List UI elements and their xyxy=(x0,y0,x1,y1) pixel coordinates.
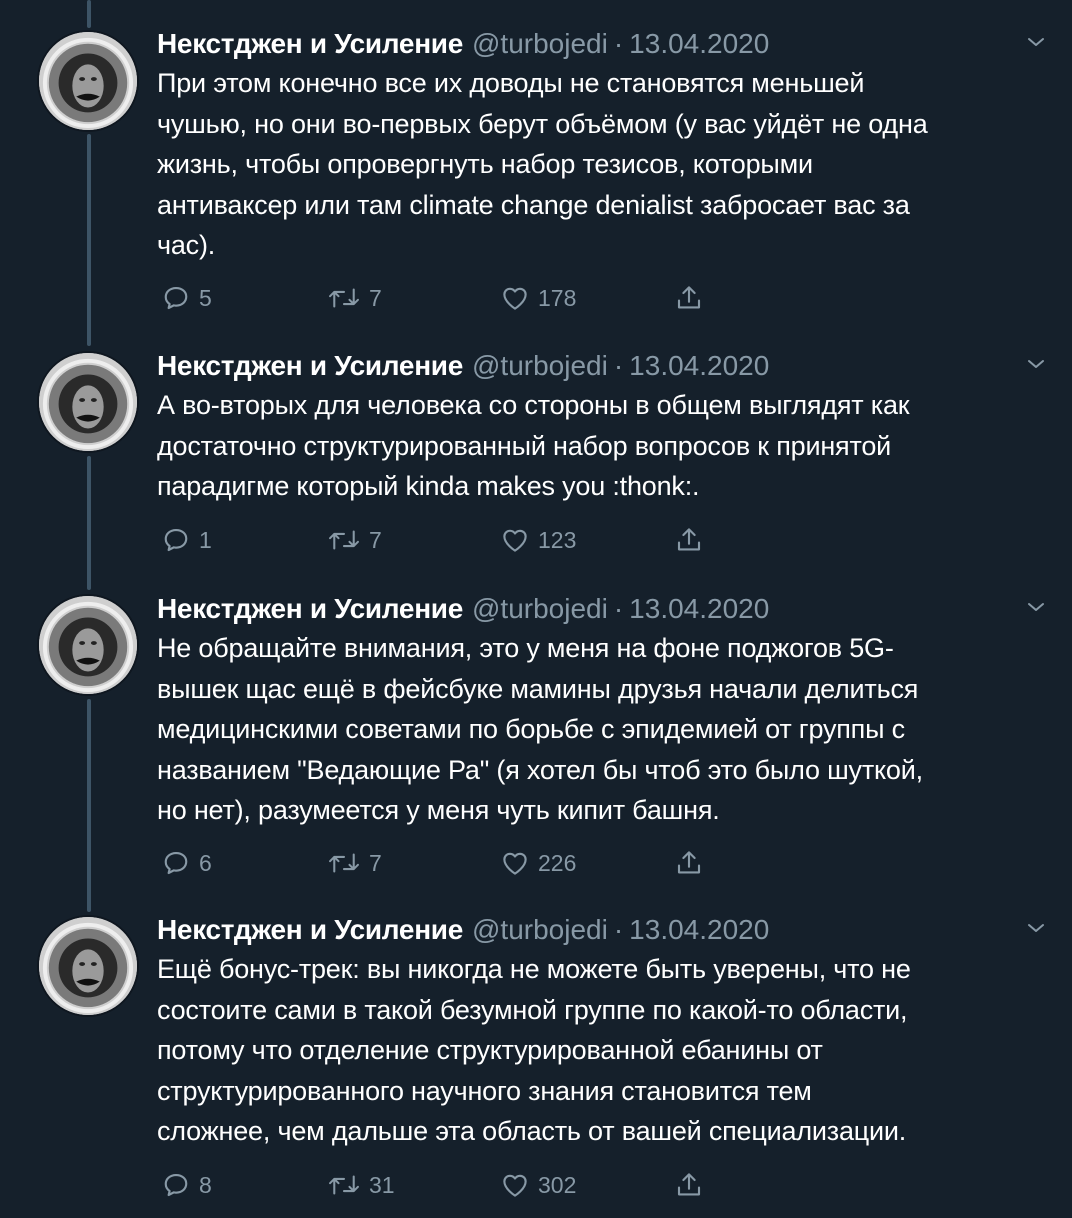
reply-count: 6 xyxy=(199,849,212,876)
retweet-icon xyxy=(329,288,359,308)
reply-count: 8 xyxy=(199,1171,212,1198)
avatar[interactable] xyxy=(37,351,139,453)
like-button[interactable]: 123 xyxy=(500,523,576,557)
reply-count: 5 xyxy=(199,284,212,311)
display-name[interactable]: Некстджен и Усиление xyxy=(157,914,463,946)
tweet-text: Ещё бонус-трек: вы никогда не можете быт… xyxy=(157,954,911,1146)
tweet-date[interactable]: 13.04.2020 xyxy=(629,593,769,625)
thread-line xyxy=(87,134,91,346)
reply-button[interactable]: 5 xyxy=(161,281,212,315)
like-icon xyxy=(503,1174,527,1197)
tweet-header: Некстджен и Усиление @turbojedi · 13.04.… xyxy=(157,24,769,64)
user-handle[interactable]: @turbojedi xyxy=(472,350,608,382)
user-handle[interactable]: @turbojedi xyxy=(472,28,608,60)
retweet-count: 7 xyxy=(369,849,382,876)
tweet-actions: 5 7 178 xyxy=(157,281,717,315)
retweet-count: 7 xyxy=(369,284,382,311)
thread-line xyxy=(87,456,91,590)
like-button[interactable]: 302 xyxy=(500,1168,576,1202)
separator-dot: · xyxy=(613,593,624,624)
reply-button[interactable]: 6 xyxy=(161,846,212,880)
retweet-icon xyxy=(329,530,359,550)
chevron-down-icon[interactable] xyxy=(1024,916,1048,940)
tweet-actions: 8 31 302 xyxy=(157,1168,717,1202)
chevron-down-icon[interactable] xyxy=(1024,595,1048,619)
reply-icon xyxy=(164,1173,188,1197)
share-icon xyxy=(677,528,701,551)
reply-button[interactable]: 8 xyxy=(161,1168,212,1202)
reply-icon xyxy=(164,286,188,310)
tweet-text: При этом конечно все их доводы не станов… xyxy=(157,68,928,260)
chevron-down-icon[interactable] xyxy=(1024,352,1048,376)
like-button[interactable]: 178 xyxy=(500,281,576,315)
tweet-date[interactable]: 13.04.2020 xyxy=(629,350,769,382)
user-handle[interactable]: @turbojedi xyxy=(472,593,608,625)
share-button[interactable] xyxy=(674,281,704,315)
tweet-header: Некстджен и Усиление @turbojedi · 13.04.… xyxy=(157,589,769,629)
retweet-button[interactable]: 31 xyxy=(327,1168,395,1202)
reply-icon xyxy=(164,528,188,552)
reply-button[interactable]: 1 xyxy=(161,523,212,557)
thread-line xyxy=(87,699,91,912)
display-name[interactable]: Некстджен и Усиление xyxy=(157,350,463,382)
tweet-text: А во-вторых для человека со стороны в об… xyxy=(157,390,910,501)
like-count: 302 xyxy=(538,1171,577,1198)
share-button[interactable] xyxy=(674,523,704,557)
like-count: 178 xyxy=(538,284,577,311)
share-icon xyxy=(677,286,701,309)
user-handle[interactable]: @turbojedi xyxy=(472,914,608,946)
reply-count: 1 xyxy=(199,526,212,553)
retweet-count: 7 xyxy=(369,526,382,553)
display-name[interactable]: Некстджен и Усиление xyxy=(157,593,463,625)
like-count: 123 xyxy=(538,526,577,553)
share-button[interactable] xyxy=(674,846,704,880)
like-button[interactable]: 226 xyxy=(500,846,576,880)
retweet-count: 31 xyxy=(369,1171,395,1198)
display-name[interactable]: Некстджен и Усиление xyxy=(157,28,463,60)
separator-dot: · xyxy=(613,28,624,59)
reply-icon xyxy=(164,851,188,875)
separator-dot: · xyxy=(613,350,624,381)
avatar[interactable] xyxy=(37,594,139,696)
like-icon xyxy=(503,852,527,875)
tweet-date[interactable]: 13.04.2020 xyxy=(629,28,769,60)
retweet-button[interactable]: 7 xyxy=(327,281,382,315)
chevron-down-icon[interactable] xyxy=(1024,30,1048,54)
separator-dot: · xyxy=(613,914,624,945)
tweet-actions: 6 7 226 xyxy=(157,846,717,880)
like-count: 226 xyxy=(538,849,577,876)
avatar[interactable] xyxy=(37,30,139,132)
like-icon xyxy=(503,287,527,310)
share-button[interactable] xyxy=(674,1168,704,1202)
retweet-button[interactable]: 7 xyxy=(327,846,382,880)
tweet-header: Некстджен и Усиление @turbojedi · 13.04.… xyxy=(157,910,769,950)
thread-line xyxy=(87,0,91,28)
retweet-icon xyxy=(329,853,359,873)
share-icon xyxy=(677,1173,701,1196)
tweet-header: Некстджен и Усиление @turbojedi · 13.04.… xyxy=(157,346,769,386)
tweet-actions: 1 7 123 xyxy=(157,523,717,557)
like-icon xyxy=(503,529,527,552)
tweet-text: Не обращайте внимания, это у меня на фон… xyxy=(157,633,923,825)
retweet-button[interactable]: 7 xyxy=(327,523,382,557)
avatar[interactable] xyxy=(37,915,139,1017)
retweet-icon xyxy=(329,1175,359,1195)
tweet-date[interactable]: 13.04.2020 xyxy=(629,914,769,946)
share-icon xyxy=(677,851,701,874)
